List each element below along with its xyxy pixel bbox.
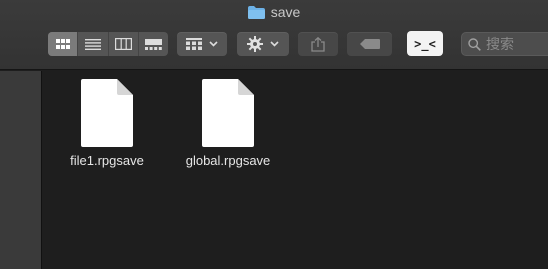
window-title: save [0,3,548,21]
open-terminal-button[interactable]: >_< [407,31,443,56]
file-browser-area: file1.rpgsave global.rpgsave [43,71,548,269]
file-name: global.rpgsave [185,153,271,168]
file-item[interactable]: global.rpgsave [173,79,283,168]
file-item[interactable]: file1.rpgsave [52,79,162,168]
icon-view-button[interactable] [48,32,79,56]
file-name: file1.rpgsave [70,153,144,168]
chevron-down-icon [209,41,218,47]
folder-icon [247,5,265,19]
tag-button[interactable] [347,32,392,56]
columns-icon [114,38,132,50]
share-icon [311,36,325,52]
search-input[interactable] [486,36,546,52]
action-menu-button[interactable] [237,32,289,56]
window-toolbar: save >_< 搜索 [0,0,548,70]
document-icon [202,79,254,147]
search-field[interactable] [461,32,548,56]
search-icon [468,37,481,51]
gallery-view-button[interactable] [139,32,168,56]
share-button[interactable] [298,32,338,56]
list-view-button[interactable] [78,32,109,56]
document-icon [81,79,133,147]
terminal-icon: >_< [414,36,436,51]
window-title-text: save [270,4,301,20]
group-grid-icon [186,38,202,50]
icon-grid-icon [55,39,70,49]
column-view-button[interactable] [109,32,139,56]
tag-icon [359,39,380,49]
list-lines-icon [84,38,101,50]
sidebar [0,71,42,269]
gear-icon [247,36,263,52]
chevron-down-icon [270,41,279,47]
group-by-button[interactable] [177,32,227,56]
view-mode-segmented-control [48,32,168,56]
gallery-icon [144,38,162,50]
